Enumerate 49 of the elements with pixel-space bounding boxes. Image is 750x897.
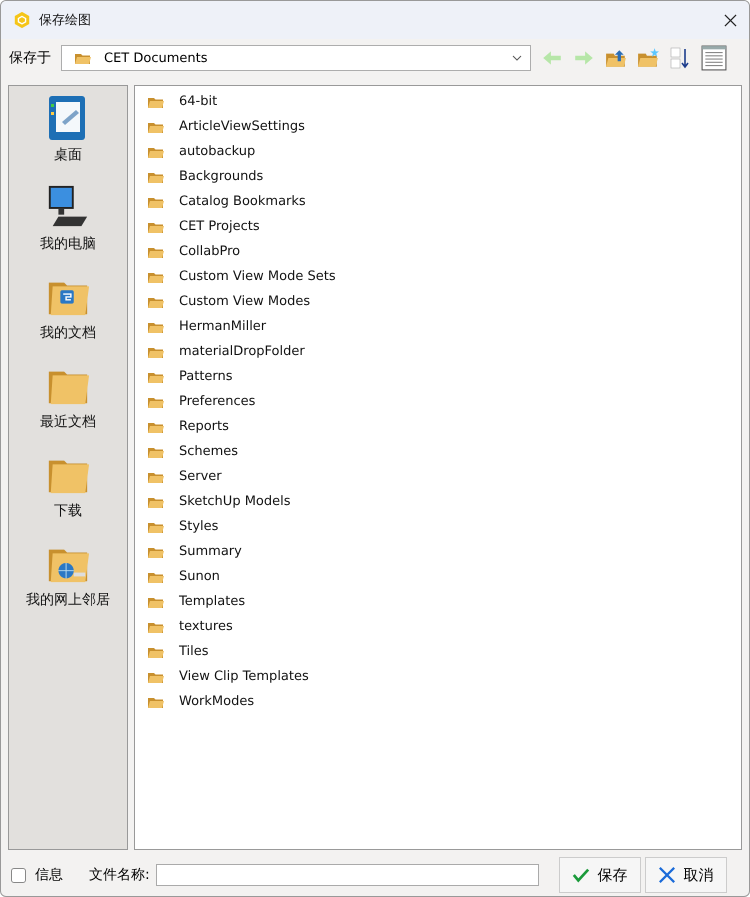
folder-name[interactable]: Preferences — [179, 394, 256, 409]
folder-name[interactable]: CET Projects — [179, 219, 260, 234]
place-item[interactable]: 我的网上邻居 — [26, 539, 110, 628]
folder-name[interactable]: textures — [179, 619, 233, 634]
folder-name[interactable]: Custom View Modes — [179, 294, 310, 309]
folder-name[interactable]: Backgrounds — [179, 169, 264, 184]
folder-name[interactable]: View Clip Templates — [179, 669, 309, 684]
folder-name[interactable]: Reports — [179, 419, 229, 434]
place-item[interactable]: 桌面 — [45, 94, 91, 183]
cancel-button[interactable]: 取消 — [644, 857, 727, 893]
folder-name[interactable]: Server — [179, 469, 222, 484]
folder-name[interactable]: WorkModes — [179, 694, 254, 709]
close-icon[interactable] — [724, 14, 737, 26]
chevron-down-icon — [512, 55, 522, 61]
new-folder-icon[interactable] — [637, 47, 659, 69]
filename-field[interactable] — [156, 864, 539, 886]
folder-name[interactable]: Styles — [179, 519, 218, 534]
folder-name[interactable]: Templates — [179, 594, 246, 609]
folder-name[interactable]: Custom View Mode Sets — [179, 269, 336, 284]
app-icon — [13, 11, 31, 29]
details-view-icon[interactable] — [701, 45, 727, 71]
folder-name[interactable]: 64-bit — [179, 94, 218, 109]
place-item[interactable]: 我的文档 — [40, 272, 96, 361]
folder-name[interactable]: HermanMiller — [179, 319, 266, 334]
window-title: 保存绘图 — [39, 12, 91, 29]
close-icon — [658, 866, 676, 884]
location-dropdown[interactable]: CET Documents — [61, 45, 531, 71]
folder-icon — [74, 51, 92, 65]
sort-icon[interactable] — [669, 47, 691, 69]
place-item[interactable]: 我的电脑 — [40, 183, 96, 272]
checkmark-icon — [572, 866, 590, 884]
folder-name[interactable]: materialDropFolder — [179, 344, 305, 359]
folder-name[interactable]: Tiles — [179, 644, 209, 659]
folder-name[interactable]: SketchUp Models — [179, 494, 291, 509]
save-button[interactable]: 保存 — [558, 857, 641, 893]
folder-name[interactable]: CollabPro — [179, 244, 240, 259]
location-label: 保存于 — [9, 49, 51, 67]
folder-name[interactable]: Schemes — [179, 444, 238, 459]
folder-name[interactable]: Sunon — [179, 569, 220, 584]
folder-name[interactable]: Catalog Bookmarks — [179, 194, 306, 209]
info-checkbox[interactable] — [11, 868, 26, 882]
folder-name[interactable]: autobackup — [179, 144, 256, 159]
place-item[interactable]: 最近文档 — [40, 361, 96, 450]
info-label: 信息 — [35, 866, 63, 884]
folder-name[interactable]: ArticleViewSettings — [179, 119, 305, 134]
filename-label: 文件名称: — [89, 866, 150, 884]
folder-name[interactable]: Summary — [179, 544, 242, 559]
place-item[interactable]: 下载 — [45, 450, 91, 539]
folder-name[interactable]: Patterns — [179, 369, 233, 384]
